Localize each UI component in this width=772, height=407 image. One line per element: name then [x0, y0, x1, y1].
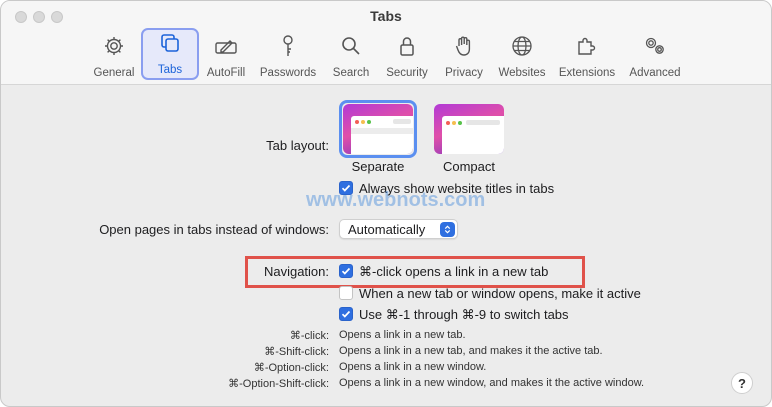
checkmark-icon — [341, 267, 351, 275]
separate-layout-option[interactable] — [339, 100, 417, 158]
make-new-tab-active-label: When a new tab or window opens, make it … — [359, 286, 641, 301]
tabs-settings-pane: Tab layout: Separate Compact Always show… — [1, 85, 771, 406]
cmd-click-new-tab-label: ⌘-click opens a link in a new tab — [359, 264, 549, 279]
make-new-tab-active-checkbox[interactable] — [339, 286, 353, 300]
tab-tabs[interactable]: Tabs — [141, 28, 199, 80]
tab-websites[interactable]: Websites — [492, 31, 552, 79]
lock-icon — [395, 31, 419, 63]
shortcut-key: ⌘-Option-click: — [253, 362, 329, 374]
compact-layout-option[interactable] — [434, 104, 504, 154]
toolbar: Tabs General Tabs AutoFill Passwords Sea… — [1, 1, 771, 85]
tab-label: Passwords — [259, 67, 317, 79]
tab-passwords[interactable]: Passwords — [258, 31, 318, 79]
separate-caption: Separate — [351, 159, 405, 174]
tab-label: General — [93, 67, 135, 79]
compact-caption: Compact — [442, 159, 496, 174]
tab-layout-label: Tab layout: — [266, 138, 329, 153]
tab-search[interactable]: Search — [321, 31, 381, 79]
shortcut-description: Opens a link in a new window. — [339, 361, 487, 373]
help-button[interactable]: ? — [731, 372, 753, 394]
preferences-window: Tabs General Tabs AutoFill Passwords Sea… — [0, 0, 772, 407]
window-title: Tabs — [370, 8, 402, 24]
gears-icon — [643, 31, 667, 63]
tab-label: Tabs — [157, 64, 183, 76]
navigation-label: Navigation: — [263, 264, 329, 279]
pen-field-icon — [214, 31, 238, 63]
tab-advanced[interactable]: Advanced — [625, 31, 685, 79]
tab-extensions[interactable]: Extensions — [557, 31, 617, 79]
globe-icon — [510, 31, 534, 63]
tab-label: Extensions — [558, 67, 616, 79]
preferences-tabs: General Tabs AutoFill Passwords Search S… — [1, 28, 771, 81]
tab-label: Advanced — [629, 67, 681, 79]
cmd-number-switch-tabs-label: Use ⌘-1 through ⌘-9 to switch tabs — [359, 307, 569, 322]
gear-icon — [102, 31, 126, 63]
tabs-icon — [158, 30, 182, 60]
open-pages-value: Automatically — [348, 221, 426, 237]
tab-security[interactable]: Security — [377, 31, 437, 79]
shortcut-description: Opens a link in a new tab, and makes it … — [339, 345, 603, 357]
open-pages-select[interactable]: Automatically — [339, 219, 458, 239]
tab-label: Security — [386, 67, 428, 79]
tab-label: Privacy — [445, 67, 483, 79]
shortcut-description: Opens a link in a new window, and makes … — [339, 377, 645, 389]
puzzle-icon — [575, 31, 599, 63]
magnifier-icon — [339, 31, 363, 63]
tab-label: Websites — [498, 67, 546, 79]
tab-autofill[interactable]: AutoFill — [196, 31, 256, 79]
shortcut-key: ⌘-Option-Shift-click: — [228, 378, 329, 390]
hand-icon — [452, 31, 476, 63]
tab-label: AutoFill — [206, 67, 246, 79]
open-pages-label: Open pages in tabs instead of windows: — [99, 222, 329, 237]
watermark: www.webnots.com — [306, 189, 486, 211]
cmd-click-new-tab-checkbox[interactable] — [339, 264, 353, 278]
shortcut-description: Opens a link in a new tab. — [339, 329, 466, 341]
tab-general[interactable]: General — [84, 31, 144, 79]
key-icon — [276, 31, 300, 63]
shortcut-key: ⌘-click: — [289, 330, 329, 342]
checkmark-icon — [341, 310, 351, 318]
tab-privacy[interactable]: Privacy — [434, 31, 494, 79]
cmd-number-switch-tabs-checkbox[interactable] — [339, 307, 353, 321]
updown-chevron-icon — [440, 222, 455, 237]
tab-label: Search — [332, 67, 370, 79]
shortcut-key: ⌘-Shift-click: — [264, 346, 329, 358]
